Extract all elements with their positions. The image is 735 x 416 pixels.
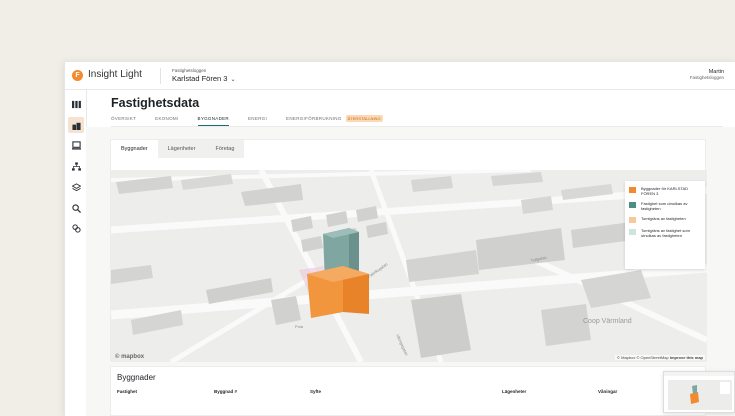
column-header[interactable]: Våningar bbox=[598, 389, 617, 394]
tab-badge: ÅTERSTÄLLNING bbox=[345, 115, 383, 122]
attribution-text: © Mapbox © OpenStreetMap bbox=[617, 355, 669, 360]
app-logo-icon: F bbox=[72, 70, 83, 81]
tab-ekonomi[interactable]: EKONOMI bbox=[155, 116, 178, 126]
legend-swatch bbox=[629, 217, 636, 223]
map-legend: Byggnader för KARLSTAD FÖREN 3 Fastighet… bbox=[625, 181, 705, 269]
property-selector[interactable]: Karlstad Fören 3 ⌄ bbox=[172, 74, 235, 83]
legend-swatch bbox=[629, 202, 636, 208]
link-icon bbox=[71, 223, 81, 233]
page-title: Fastighetsdata bbox=[111, 96, 200, 110]
office-icon bbox=[71, 140, 81, 150]
column-header[interactable]: Byggnad # bbox=[214, 389, 237, 394]
sidebar-item-layers[interactable] bbox=[68, 179, 84, 195]
sidebar-item-companies[interactable] bbox=[68, 137, 84, 153]
sidebar-item-organization[interactable] bbox=[68, 158, 84, 174]
mapbox-logo: © mapbox bbox=[115, 354, 145, 360]
legend-label: Fastighet som utnolkas av fastigheten bbox=[641, 201, 688, 211]
chevron-down-icon: ⌄ bbox=[230, 77, 236, 83]
buildings-table-card: Byggnader Fastighet Byggnad # Syfte Läge… bbox=[110, 366, 706, 416]
preview-thumbnail[interactable] bbox=[663, 371, 735, 413]
subtab-byggnader[interactable]: Byggnader bbox=[111, 140, 158, 158]
buildings-icon bbox=[71, 122, 81, 130]
user-org: Fastighetsloggen bbox=[689, 75, 724, 80]
legend-swatch bbox=[629, 229, 636, 235]
tab-oversikt[interactable]: ÖVERSIKT bbox=[111, 116, 136, 126]
column-header[interactable]: Syfte bbox=[310, 389, 321, 394]
column-header[interactable]: Fastighet bbox=[117, 389, 137, 394]
place-label: Coop Värmland bbox=[583, 318, 632, 325]
sidebar bbox=[65, 90, 87, 416]
columns-icon bbox=[71, 100, 81, 108]
tab-energi[interactable]: ENERGI bbox=[248, 116, 267, 126]
org-chart-icon bbox=[71, 161, 81, 171]
legend-label: Tomtgräns av fastigheten bbox=[641, 216, 686, 221]
legend-item: Fastighet som utnolkas av fastigheten bbox=[629, 201, 701, 211]
search-icon bbox=[71, 203, 81, 213]
legend-item: Tomtgräns av fastigheten bbox=[629, 216, 701, 223]
tab-byggnader[interactable]: BYGGNADER bbox=[197, 116, 229, 126]
subtab-foretag[interactable]: Företag bbox=[205, 140, 245, 158]
map-card: Byggnader Lägenheter Företag Fabriksgata… bbox=[110, 139, 707, 362]
sub-tabs: Byggnader Lägenheter Företag bbox=[111, 140, 245, 158]
map-attribution[interactable]: © Mapbox © OpenStreetMap Improve this ma… bbox=[615, 355, 705, 360]
divider bbox=[160, 68, 161, 84]
legend-item: Tomtgräns av fastighet som utnolkas av f… bbox=[629, 228, 701, 238]
street-label: Pola bbox=[295, 324, 304, 329]
layers-icon bbox=[71, 182, 81, 191]
property-name: Karlstad Fören 3 bbox=[172, 74, 228, 83]
legend-swatch bbox=[629, 187, 636, 193]
legend-label: Byggnader för KARLSTAD FÖREN 3 bbox=[641, 186, 689, 196]
property-org: Fastighetsloggen bbox=[172, 68, 207, 73]
thumbnail-image bbox=[664, 372, 734, 412]
sidebar-item-links[interactable] bbox=[68, 220, 84, 236]
sidebar-item-buildings[interactable] bbox=[68, 117, 84, 133]
sidebar-item-dashboard[interactable] bbox=[68, 96, 84, 112]
column-header[interactable]: Lägenheter bbox=[502, 389, 526, 394]
table-title: Byggnader bbox=[117, 373, 156, 382]
map-view[interactable]: Fabriksgatan Tullgatan Vikingagatan Pola… bbox=[111, 170, 707, 362]
top-bar: F Insight Light Fastighetsloggen Karlsta… bbox=[65, 62, 735, 90]
legend-label: Tomtgräns av fastighet som utnolkas av f… bbox=[641, 228, 690, 238]
legend-item: Byggnader för KARLSTAD FÖREN 3 bbox=[629, 186, 701, 196]
app-title: Insight Light bbox=[88, 69, 142, 80]
tab-energiforbrukning[interactable]: ENERGIFÖRBRUKNING bbox=[286, 116, 342, 126]
improve-map-link[interactable]: Improve this map bbox=[670, 355, 703, 360]
mapbox-label: mapbox bbox=[121, 354, 145, 360]
map-canvas[interactable]: Fabriksgatan Tullgatan Vikingagatan Pola… bbox=[111, 170, 707, 362]
sidebar-item-search[interactable] bbox=[68, 200, 84, 216]
main-tabs: ÖVERSIKT EKONOMI BYGGNADER ENERGI ENERGI… bbox=[111, 115, 383, 126]
subtab-lagenheter[interactable]: Lägenheter bbox=[157, 140, 206, 158]
